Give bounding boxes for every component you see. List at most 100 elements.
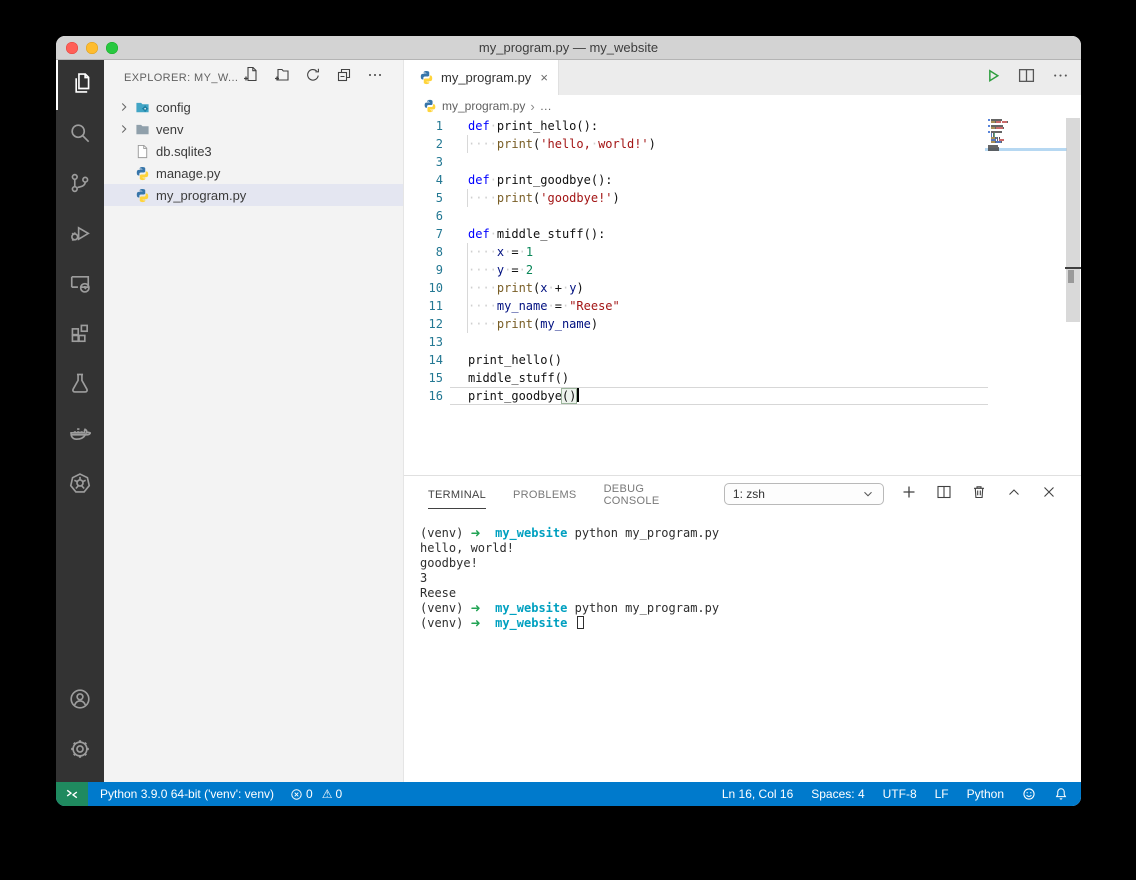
editor-scrollbar[interactable] (1065, 117, 1081, 475)
tree-indent-spacer (116, 165, 132, 181)
feedback-button[interactable] (1015, 782, 1043, 806)
extensions-icon (69, 322, 91, 349)
code-line-6[interactable]: 6 (404, 207, 1081, 225)
explorer-header: EXPLORER: MY_W... (104, 60, 403, 95)
close-panel-icon[interactable] (1041, 484, 1057, 505)
line-content: ····my_name·=·"Reese" (450, 297, 620, 315)
docker-activity-item[interactable] (56, 410, 104, 460)
accounts-activity-item[interactable] (56, 676, 104, 726)
problems-status[interactable]: 0 ⚠ 0 (282, 782, 350, 806)
code-line-9[interactable]: 9····y·=·2 (404, 261, 1081, 279)
code-line-1[interactable]: 1def·print_hello(): (404, 117, 1081, 135)
line-content: ····print(x·+·y) (450, 279, 584, 297)
code-line-16[interactable]: 16print_goodbye() (404, 387, 1081, 405)
encoding-status[interactable]: UTF-8 (876, 782, 924, 806)
bottom-panel: TERMINAL PROBLEMS DEBUG CONSOLE 1: zsh (404, 475, 1081, 782)
collapse-all-icon[interactable] (336, 67, 352, 88)
more-editor-actions-icon[interactable] (1052, 67, 1069, 89)
new-folder-icon[interactable] (274, 67, 290, 88)
tree-item-my_program.py[interactable]: my_program.py (104, 184, 403, 206)
maximize-panel-icon[interactable] (1006, 484, 1022, 505)
split-terminal-icon[interactable] (936, 484, 952, 505)
search-icon (69, 122, 91, 149)
notifications-button[interactable] (1047, 782, 1075, 806)
code-line-14[interactable]: 14print_hello() (404, 351, 1081, 369)
refresh-icon[interactable] (305, 67, 321, 88)
testing-activity-item[interactable] (56, 360, 104, 410)
split-editor-icon[interactable] (1018, 67, 1035, 89)
warning-icon: ⚠ (322, 787, 333, 801)
remote-icon (65, 787, 79, 801)
cursor-position-status[interactable]: Ln 16, Col 16 (715, 782, 800, 806)
search-activity-item[interactable] (56, 110, 104, 160)
code-line-11[interactable]: 11····my_name·=·"Reese" (404, 297, 1081, 315)
zoom-window-button[interactable] (106, 42, 118, 54)
breadcrumb-file[interactable]: my_program.py (442, 99, 525, 113)
close-window-button[interactable] (66, 42, 78, 54)
minimize-window-button[interactable] (86, 42, 98, 54)
remote-explorer-icon (69, 272, 91, 299)
terminal-shell-select[interactable]: 1: zsh (724, 483, 884, 505)
run-python-file-button[interactable] (984, 67, 1001, 89)
status-bar: Python 3.9.0 64-bit ('venv': venv) 0 ⚠ 0… (56, 782, 1081, 806)
code-line-10[interactable]: 10····print(x·+·y) (404, 279, 1081, 297)
line-content: def·print_goodbye(): (450, 171, 613, 189)
line-content: middle_stuff() (450, 369, 569, 387)
extensions-activity-item[interactable] (56, 310, 104, 360)
tab-my-program[interactable]: my_program.py × (404, 60, 559, 95)
titlebar[interactable]: my_program.py — my_website (56, 36, 1081, 60)
code-line-5[interactable]: 5····print('goodbye!') (404, 189, 1081, 207)
tree-item-config[interactable]: config (104, 96, 403, 118)
breadcrumb-symbol[interactable]: … (540, 99, 552, 113)
new-file-icon[interactable] (243, 67, 259, 88)
kubernetes-activity-item[interactable] (56, 460, 104, 510)
activity-bar (56, 60, 104, 782)
indentation-status[interactable]: Spaces: 4 (804, 782, 871, 806)
source-control-activity-item[interactable] (56, 160, 104, 210)
more-actions-icon[interactable] (367, 67, 383, 88)
tab-problems[interactable]: PROBLEMS (513, 480, 577, 508)
terminal-line: (venv) ➜ my_website python my_program.py (420, 601, 1081, 616)
line-content: ····print('hello,·world!') (450, 135, 656, 153)
run-debug-activity-item[interactable] (56, 210, 104, 260)
code-line-12[interactable]: 12····print(my_name) (404, 315, 1081, 333)
minimap[interactable] (988, 119, 1065, 151)
chevron-right-icon[interactable] (116, 121, 132, 137)
code-editor[interactable]: 1def·print_hello():2····print('hello,·wo… (404, 117, 1081, 475)
file-tree: configvenvdb.sqlite3manage.pymy_program.… (104, 96, 403, 206)
indent-guide (467, 261, 468, 279)
line-content: ····print('goodbye!') (450, 189, 620, 207)
tree-item-venv[interactable]: venv (104, 118, 403, 140)
eol-status[interactable]: LF (928, 782, 956, 806)
language-mode-status[interactable]: Python (960, 782, 1011, 806)
tree-item-db.sqlite3[interactable]: db.sqlite3 (104, 140, 403, 162)
code-line-4[interactable]: 4def·print_goodbye(): (404, 171, 1081, 189)
code-line-2[interactable]: 2····print('hello,·world!') (404, 135, 1081, 153)
terminal-content[interactable]: (venv) ➜ my_website python my_program.py… (404, 512, 1081, 782)
indent-guide (467, 135, 468, 153)
code-line-3[interactable]: 3 (404, 153, 1081, 171)
line-number: 13 (404, 333, 450, 351)
scrollbar-thumb[interactable] (1066, 118, 1080, 322)
code-line-15[interactable]: 15middle_stuff() (404, 369, 1081, 387)
kill-terminal-icon[interactable] (971, 484, 987, 505)
code-line-7[interactable]: 7def·middle_stuff(): (404, 225, 1081, 243)
explorer-activity-item[interactable] (56, 60, 104, 110)
breadcrumb[interactable]: my_program.py › … (404, 95, 1081, 117)
code-line-8[interactable]: 8····x·=·1 (404, 243, 1081, 261)
line-number: 6 (404, 207, 450, 225)
chevron-right-icon[interactable] (116, 99, 132, 115)
manage-activity-item[interactable] (56, 726, 104, 776)
tab-debug-console[interactable]: DEBUG CONSOLE (604, 474, 697, 514)
new-terminal-icon[interactable] (901, 484, 917, 505)
remote-indicator[interactable] (56, 782, 88, 806)
tab-terminal[interactable]: TERMINAL (428, 480, 486, 509)
remote-explorer-activity-item[interactable] (56, 260, 104, 310)
code-line-13[interactable]: 13 (404, 333, 1081, 351)
window-title: my_program.py — my_website (479, 40, 658, 55)
source-control-icon (69, 172, 91, 199)
tab-close-icon[interactable]: × (540, 70, 548, 85)
indent-guide (467, 189, 468, 207)
tree-item-manage.py[interactable]: manage.py (104, 162, 403, 184)
python-interpreter-status[interactable]: Python 3.9.0 64-bit ('venv': venv) (92, 782, 282, 806)
